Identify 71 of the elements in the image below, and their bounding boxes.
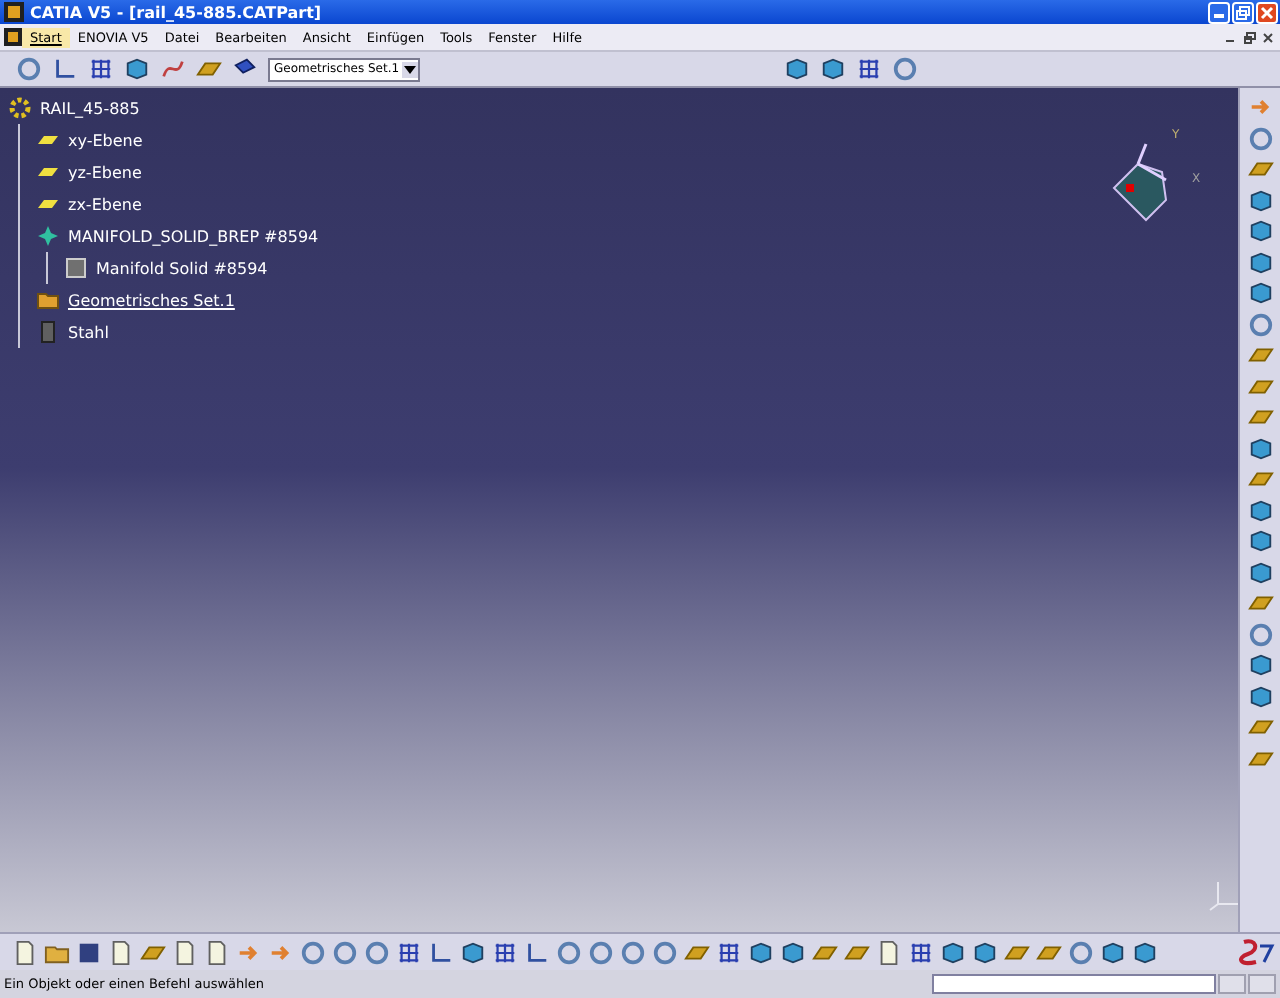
folder-icon xyxy=(36,288,60,312)
cube-icon xyxy=(1247,559,1273,586)
cube-icon xyxy=(459,939,485,965)
cube-icon xyxy=(1247,497,1273,524)
cube-icon xyxy=(1247,218,1273,245)
ring-icon xyxy=(299,939,325,965)
cube-icon xyxy=(1247,528,1273,555)
grid-icon xyxy=(856,56,882,82)
tree-item[interactable]: MANIFOLD_SOLID_BREP #8594 xyxy=(68,227,319,245)
grid-icon xyxy=(715,939,741,965)
axis-icon xyxy=(427,939,453,965)
cube-icon xyxy=(784,56,810,82)
cube-icon xyxy=(779,939,805,965)
cube-icon xyxy=(1247,249,1273,276)
tree-item[interactable]: Manifold Solid #8594 xyxy=(96,259,268,277)
grid-icon xyxy=(88,56,114,82)
ring-icon xyxy=(892,56,918,82)
page-icon xyxy=(11,939,37,965)
axis-icon xyxy=(523,939,549,965)
tree-item[interactable]: xy-Ebene xyxy=(68,131,143,149)
dropdown-arrow-icon xyxy=(402,61,418,77)
close-icon xyxy=(1260,5,1274,19)
cube-icon xyxy=(939,939,965,965)
restore-button[interactable] xyxy=(1232,1,1254,23)
cube-icon xyxy=(747,939,773,965)
page-icon xyxy=(107,939,133,965)
page-icon xyxy=(875,939,901,965)
window-title: CATIA V5 - [rail_45-885.CATPart] xyxy=(30,3,322,21)
ring-icon xyxy=(1247,621,1273,648)
cube-icon xyxy=(1247,435,1273,462)
command-input-field[interactable] xyxy=(932,974,1216,994)
cube-icon xyxy=(1099,939,1125,965)
tree-item[interactable]: zx-Ebene xyxy=(68,195,142,213)
minimize-button[interactable] xyxy=(1208,1,1230,23)
ring-icon xyxy=(16,56,42,82)
cube-icon xyxy=(124,56,150,82)
tree-item[interactable]: Geometrisches Set.1 xyxy=(68,291,235,309)
ring-icon xyxy=(587,939,613,965)
grid-icon xyxy=(491,939,517,965)
gear-icon xyxy=(8,96,32,120)
curve-icon xyxy=(160,56,186,82)
cube-icon xyxy=(971,939,997,965)
ring-icon xyxy=(555,939,581,965)
ring-icon xyxy=(331,939,357,965)
document-icon xyxy=(4,28,22,46)
axis-icon xyxy=(52,56,78,82)
cube-icon xyxy=(1131,939,1157,965)
close-button[interactable] xyxy=(1256,1,1278,23)
ring-icon xyxy=(1247,125,1273,152)
cube-icon xyxy=(1247,683,1273,710)
cube-icon xyxy=(1247,187,1273,214)
page-icon xyxy=(171,939,197,965)
close-icon[interactable] xyxy=(1262,31,1274,43)
star-icon xyxy=(36,224,60,248)
ring-icon xyxy=(651,939,677,965)
cube-icon xyxy=(820,56,846,82)
ring-icon xyxy=(1067,939,1093,965)
grid-icon xyxy=(907,939,933,965)
ring-icon xyxy=(363,939,389,965)
cube-icon xyxy=(1247,280,1273,307)
axis-triad-icon xyxy=(1208,880,1240,912)
cube-icon xyxy=(1247,652,1273,679)
tree-item[interactable]: yz-Ebene xyxy=(68,163,142,181)
tree-item[interactable]: RAIL_45-885 xyxy=(40,99,140,117)
page-icon xyxy=(203,939,229,965)
app-icon xyxy=(4,2,24,22)
tree-item[interactable]: Stahl xyxy=(68,323,109,341)
cube-icon xyxy=(64,256,88,280)
grid-icon xyxy=(395,939,421,965)
ring-icon xyxy=(1247,311,1273,338)
ring-icon xyxy=(619,939,645,965)
